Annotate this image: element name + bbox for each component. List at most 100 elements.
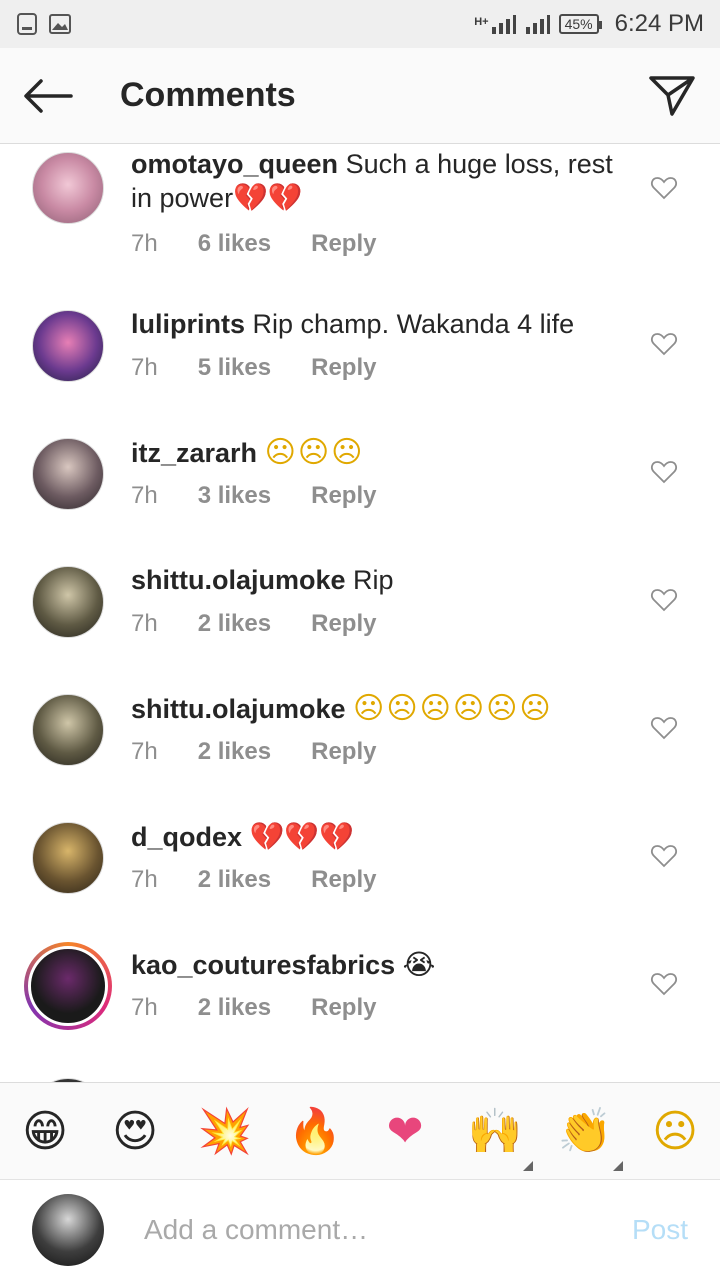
page-title: Comments [120,76,296,114]
broken-heart-emoji: 💔💔💔 [249,821,355,852]
comment-composer: Post [0,1180,720,1280]
grinning-face-icon: 😁 [22,1106,68,1156]
arrow-left-icon [24,78,73,113]
emoji-button-collision[interactable]: 💥 [195,1101,255,1161]
reply-button[interactable]: Reply [311,610,376,638]
comment-emoji: ☹☹☹☹☹☹ [353,692,553,725]
avatar[interactable] [32,438,104,510]
avatar[interactable] [32,822,104,894]
comment-time: 7h [131,866,158,893]
comment-text: kao_couturesfabrics 😭 [131,948,621,982]
comment-item: shittu.olajumoke Rip 7h 2 likes Reply [0,564,720,692]
battery-indicator: 45% [558,14,602,34]
emoji-quick-bar: 😁 😍 💥 🔥 ❤ 🙌 👏 ☹ [0,1082,720,1180]
comment-text: d_qodex 💔💔💔 [131,820,621,854]
heart-eyes-icon: 😍 [112,1106,158,1156]
emoji-button-raising-hands[interactable]: 🙌 [465,1101,533,1171]
comment-text: shittu.olajumoke Rip [131,564,621,597]
collision-icon: 💥 [197,1107,253,1156]
comment-username[interactable]: shittu.olajumoke [131,694,346,724]
emoji-button-grinning[interactable]: 😁 [15,1101,75,1161]
reply-button[interactable]: Reply [311,866,376,894]
comment-likes[interactable]: 6 likes [198,230,271,258]
comment-likes[interactable]: 2 likes [198,994,271,1022]
comment-username[interactable]: d_qodex [131,822,242,852]
comment-body: Rip [353,565,394,595]
comment-meta: 7h 2 likes Reply [131,738,376,766]
post-button[interactable]: Post [632,1214,688,1246]
comment-meta: 7h 5 likes Reply [131,354,376,382]
like-heart-icon[interactable] [650,174,678,202]
emoji-button-heart-eyes[interactable]: 😍 [105,1101,165,1161]
comment-meta: 7h 6 likes Reply [131,230,376,258]
reply-button[interactable]: Reply [311,738,376,766]
back-button[interactable] [0,48,96,144]
cell-signal-icon [491,15,516,34]
comment-likes[interactable]: 3 likes [198,482,271,510]
current-user-avatar [32,1194,104,1266]
like-heart-icon[interactable] [650,458,678,486]
reply-button[interactable]: Reply [311,994,376,1022]
comment-text: itz_zararh ☹☹☹ [131,436,621,470]
comment-username[interactable]: itz_zararh [131,438,257,468]
like-heart-icon[interactable] [650,714,678,742]
paper-plane-icon [649,75,695,116]
comment-item: itz_zararh ☹☹☹ 7h 3 likes Reply [0,436,720,564]
emoji-button-heart[interactable]: ❤ [375,1101,435,1161]
reply-button[interactable]: Reply [311,354,376,382]
sd-card-icon [17,13,37,35]
like-heart-icon[interactable] [650,970,678,998]
comment-username[interactable]: kao_couturesfabrics [131,950,395,980]
comment-time: 7h [131,354,158,381]
comment-item: kao_couturesfabrics 😭 7h 2 likes Reply [0,942,720,1076]
comment-username[interactable]: omotayo_queen [131,149,338,179]
status-bar: H+ 45% 6:24 PM [0,0,720,48]
comment-meta: 7h 2 likes Reply [131,866,376,894]
comment-body: Rip champ. Wakanda 4 life [252,309,575,339]
comment-username[interactable]: luliprints [131,309,245,339]
comment-input[interactable] [144,1208,584,1252]
clock: 6:24 PM [614,10,704,37]
reply-button[interactable]: Reply [311,482,376,510]
reply-button[interactable]: Reply [311,230,376,258]
emoji-button-clapping[interactable]: 👏 [555,1101,623,1171]
fire-icon: 🔥 [287,1107,343,1156]
comment-username[interactable]: shittu.olajumoke [131,565,346,595]
comment-item: d_qodex 💔💔💔 7h 2 likes Reply [0,820,720,948]
like-heart-icon[interactable] [650,842,678,870]
comment-time: 7h [131,994,158,1021]
avatar[interactable] [32,566,104,638]
avatar[interactable] [32,310,104,382]
comment-likes[interactable]: 2 likes [198,738,271,766]
comment-text: luliprints Rip champ. Wakanda 4 life [131,308,621,341]
comment-time: 7h [131,610,158,637]
image-icon [49,14,71,34]
variant-indicator-icon [523,1161,533,1171]
comments-list[interactable]: omotayo_queen Such a huge loss, rest in … [0,144,720,1082]
comment-time: 7h [131,738,158,765]
comment-likes[interactable]: 5 likes [198,354,271,382]
comment-likes[interactable]: 2 likes [198,610,271,638]
emoji-button-frowning[interactable]: ☹ [645,1101,705,1161]
avatar[interactable] [32,152,104,224]
comment-item: omotayo_queen Such a huge loss, rest in … [0,148,720,276]
comment-emoji: ☹☹☹ [264,436,365,469]
frowning-face-icon: ☹ [652,1106,698,1156]
comment-meta: 7h 2 likes Reply [131,994,376,1022]
comment-meta: 7h 3 likes Reply [131,482,376,510]
clapping-hands-icon: 👏 [557,1107,613,1156]
like-heart-icon[interactable] [650,330,678,358]
header-bar: Comments [0,48,720,144]
broken-heart-emoji: 💔💔 [233,182,303,213]
avatar [28,946,108,1026]
avatar-story-ring[interactable] [24,942,112,1030]
comment-time: 7h [131,482,158,509]
comment-meta: 7h 2 likes Reply [131,610,376,638]
comment-likes[interactable]: 2 likes [198,866,271,894]
signal-label: H+ [474,16,489,28]
like-heart-icon[interactable] [650,586,678,614]
share-button[interactable] [624,48,720,144]
avatar[interactable] [32,694,104,766]
emoji-button-fire[interactable]: 🔥 [285,1101,345,1161]
raising-hands-icon: 🙌 [467,1107,523,1156]
